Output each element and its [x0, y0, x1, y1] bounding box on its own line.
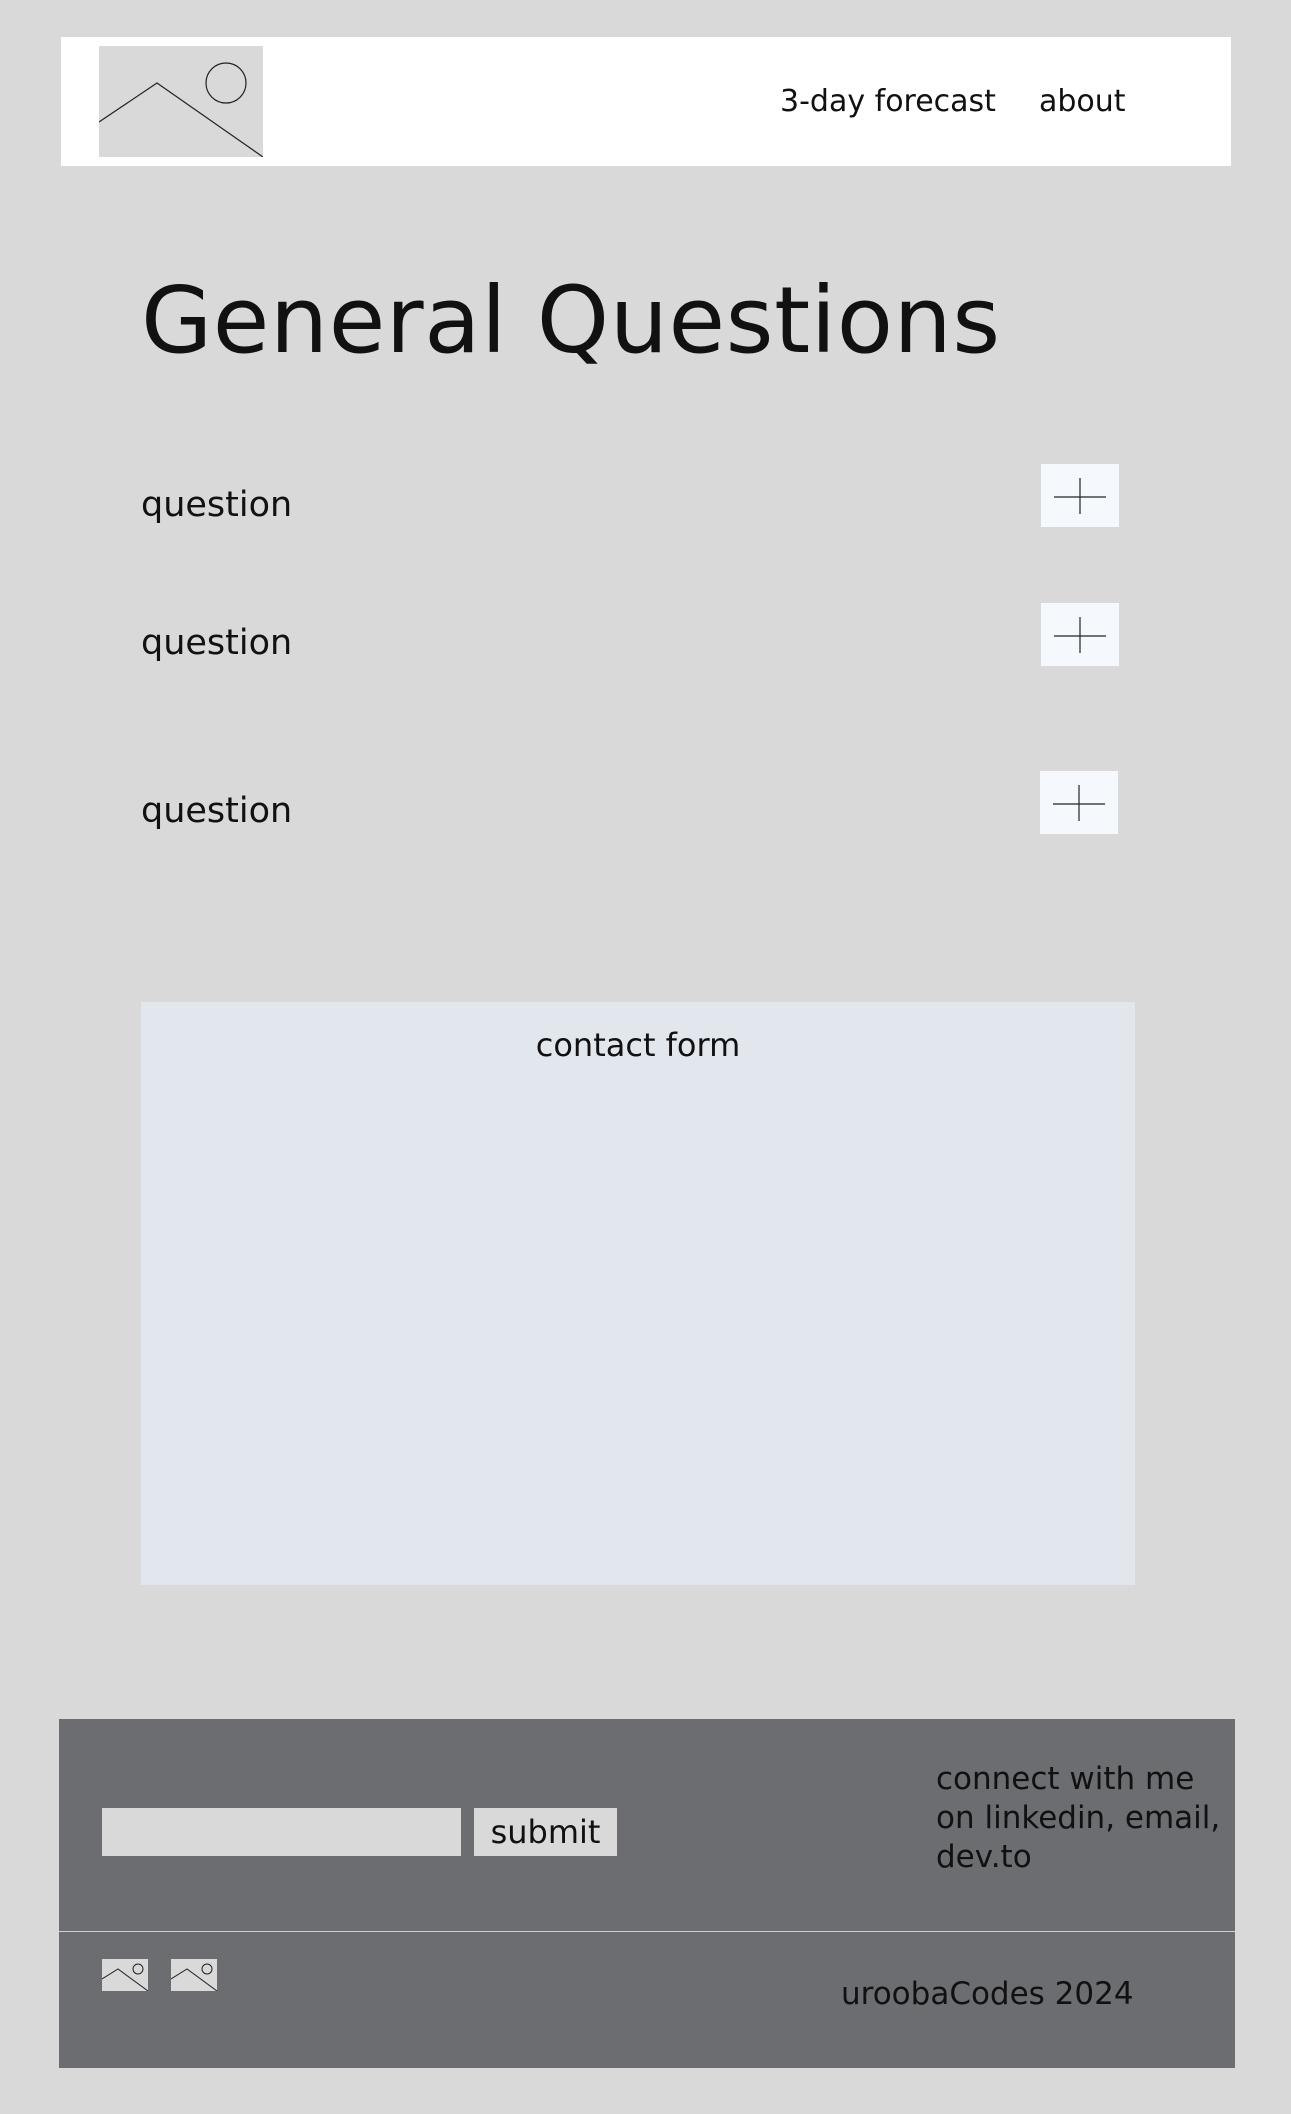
submit-button[interactable]: submit: [474, 1808, 617, 1856]
footer-divider: [59, 1931, 1235, 1932]
site-header: 3-day forecast about: [61, 37, 1231, 166]
nav-link-forecast[interactable]: 3-day forecast: [780, 37, 996, 166]
faq-expand-button-3[interactable]: [1040, 771, 1118, 834]
copyright-text: uroobaCodes 2024: [841, 1976, 1134, 2012]
faq-expand-button-1[interactable]: [1041, 464, 1119, 527]
faq-question-1[interactable]: question: [141, 485, 292, 525]
plus-icon: [1054, 617, 1106, 653]
page-title: General Questions: [141, 267, 1001, 374]
plus-icon: [1053, 785, 1105, 821]
connect-text: connect with me on linkedin, email, dev.…: [936, 1761, 1221, 1875]
contact-form-title: contact form: [535, 1026, 741, 1064]
newsletter-input[interactable]: [102, 1808, 461, 1856]
social-image-placeholder-icon-2[interactable]: [171, 1959, 217, 1991]
faq-question-3[interactable]: question: [141, 791, 292, 831]
faq-expand-button-2[interactable]: [1041, 603, 1119, 666]
logo-image-placeholder-icon[interactable]: [99, 46, 263, 157]
faq-question-2[interactable]: question: [141, 623, 292, 663]
contact-form[interactable]: contact form: [141, 1002, 1135, 1585]
site-footer: submit connect with me on linkedin, emai…: [59, 1719, 1235, 2068]
nav-link-about[interactable]: about: [1039, 37, 1126, 166]
social-image-placeholder-icon-1[interactable]: [102, 1959, 148, 1991]
plus-icon: [1054, 478, 1106, 514]
